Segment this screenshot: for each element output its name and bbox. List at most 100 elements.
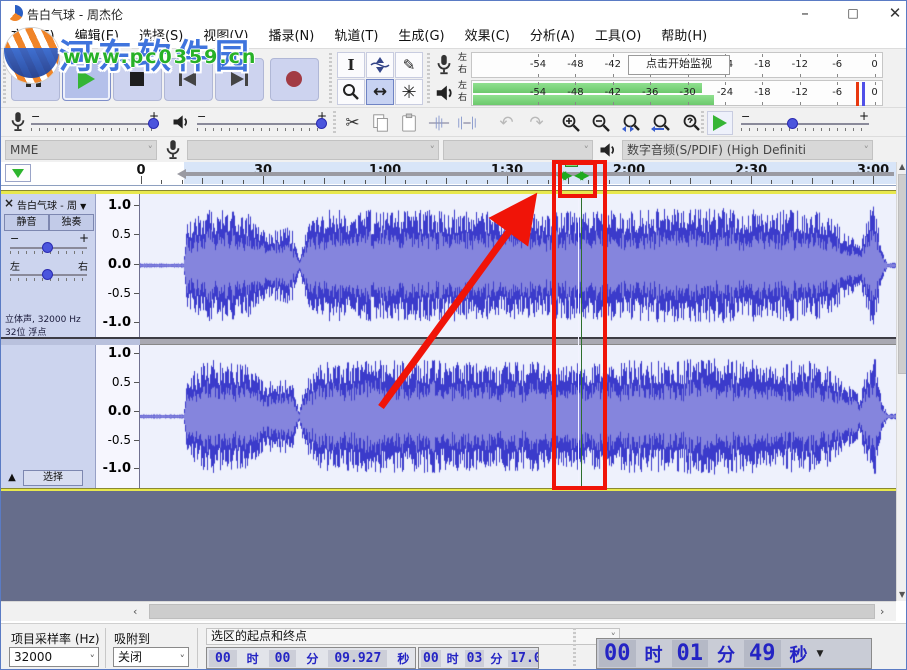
- paste-button[interactable]: [395, 110, 422, 136]
- zoom-in-button[interactable]: [557, 110, 584, 136]
- meter-tick: [538, 82, 539, 85]
- play-speed-slider[interactable]: [741, 123, 869, 125]
- meter-tick: [613, 102, 614, 105]
- zoom-toggle-button[interactable]: [677, 110, 704, 136]
- separator: [105, 628, 106, 668]
- meter-tick: [688, 102, 689, 105]
- track-title-menu[interactable]: 告白气球 - 周 ▼: [17, 197, 93, 211]
- zoom-out-button[interactable]: [587, 110, 614, 136]
- timeline-ruler[interactable]: 0301:001:302:002:303:00 ◀▶ ◀▶: [1, 162, 896, 186]
- zoom-selection-button[interactable]: [617, 110, 644, 136]
- close-button[interactable]: ✕: [880, 3, 907, 23]
- selection-range-dropdown[interactable]: 选区的起点和终点˅: [206, 628, 620, 645]
- recording-device-dropdown[interactable]: ˅: [187, 140, 439, 160]
- meter-tick: [613, 54, 614, 57]
- scroll-left-arrow[interactable]: ‹: [133, 605, 137, 618]
- toolbar-grip[interactable]: [427, 53, 430, 105]
- scale-label: 1.0: [108, 346, 131, 361]
- track-close-button[interactable]: ×: [4, 196, 14, 210]
- playback-device-dropdown[interactable]: 数字音频(S/PDIF) (High Definiti˅: [622, 140, 873, 160]
- scroll-down-arrow[interactable]: ▼: [899, 590, 905, 599]
- record-button[interactable]: [270, 58, 319, 101]
- selection-end-field[interactable]: 00时03分17.055秒▼: [418, 647, 539, 669]
- waveform-channel-right[interactable]: [140, 345, 896, 488]
- meter-tick: [725, 102, 726, 105]
- recording-channels-dropdown[interactable]: ˅: [443, 140, 593, 160]
- minimize-button[interactable]: –: [790, 3, 820, 23]
- scroll-right-arrow[interactable]: ›: [880, 605, 884, 618]
- silence-audio-button[interactable]: [453, 110, 480, 136]
- multi-tool-button[interactable]: ✳: [395, 79, 423, 105]
- vertical-scroll-thumb[interactable]: [898, 174, 907, 374]
- menu-item-6[interactable]: 生成(G): [388, 26, 454, 48]
- draw-tool-button[interactable]: ✎: [395, 52, 423, 78]
- mute-button[interactable]: 静音: [4, 214, 49, 231]
- waveform-channel-left[interactable]: [140, 194, 896, 337]
- play-volume-thumb[interactable]: [316, 118, 327, 129]
- time-shift-tool-button[interactable]: ↔: [366, 79, 394, 105]
- selection-start-field[interactable]: 00时00分09.927秒▼: [206, 647, 416, 669]
- zoom-tool-button[interactable]: [337, 79, 365, 105]
- empty-track-area[interactable]: [1, 491, 896, 601]
- watermark-url: www.pc0359.cn: [63, 46, 257, 68]
- minus-label: −: [197, 110, 206, 123]
- record-meter-mic-icon[interactable]: [434, 54, 454, 76]
- play-at-speed-button[interactable]: [707, 111, 733, 135]
- toolbar-grip[interactable]: [329, 53, 332, 105]
- meter-tick: [613, 82, 614, 85]
- time-digits: 09.927: [328, 650, 387, 667]
- track-select-button[interactable]: 选择: [23, 470, 83, 486]
- snap-to-dropdown[interactable]: 关闭˅: [113, 647, 189, 667]
- scale-tick: [134, 353, 139, 354]
- toolbar-grip[interactable]: [573, 628, 576, 668]
- fit-project-button[interactable]: [647, 110, 674, 136]
- collapse-track-button[interactable]: ▲: [3, 470, 21, 486]
- menu-item-7[interactable]: 效果(C): [455, 26, 520, 48]
- menu-item-8[interactable]: 分析(A): [520, 26, 585, 48]
- play-volume-slider[interactable]: [197, 123, 325, 125]
- playback-device-speaker-icon: [598, 140, 618, 160]
- ruler-tick: [853, 180, 854, 184]
- ruler-tick: [243, 180, 244, 184]
- chevron-down-icon[interactable]: ▼: [817, 649, 824, 659]
- scroll-up-arrow[interactable]: ▲: [899, 162, 905, 171]
- meter-tick-label: -54: [530, 87, 546, 98]
- selection-tool-button[interactable]: I: [337, 52, 365, 78]
- redo-button[interactable]: ↷: [523, 110, 550, 136]
- record-volume-slider[interactable]: [31, 123, 159, 125]
- scale-label: 0.0: [108, 404, 131, 419]
- menu-item-4[interactable]: 播录(N): [258, 26, 324, 48]
- audio-position-field[interactable]: 00时01分49秒▼: [596, 638, 872, 669]
- copy-button[interactable]: [367, 110, 394, 136]
- audio-host-dropdown[interactable]: MME˅: [5, 140, 157, 160]
- maximize-button[interactable]: □: [838, 3, 868, 23]
- envelope-tool-button[interactable]: [366, 52, 394, 78]
- meter-tick: [650, 82, 651, 85]
- horizontal-scrollbar[interactable]: ‹ ›: [1, 601, 896, 621]
- recording-device-mic-icon: [164, 139, 182, 161]
- menu-item-10[interactable]: 帮助(H): [651, 26, 717, 48]
- gain-thumb[interactable]: [42, 242, 53, 253]
- toolbar-grip[interactable]: [333, 111, 336, 135]
- project-rate-dropdown[interactable]: 32000˅: [9, 647, 99, 667]
- horizontal-scroll-thumb[interactable]: [149, 604, 875, 619]
- play-speed-thumb[interactable]: [787, 118, 798, 129]
- record-volume-thumb[interactable]: [148, 118, 159, 129]
- toolbar-grip[interactable]: [701, 111, 704, 135]
- pan-thumb[interactable]: [42, 269, 53, 280]
- cut-button[interactable]: ✂: [339, 110, 366, 136]
- meter-tick: [688, 82, 689, 85]
- monitor-tooltip[interactable]: 点击开始监视: [628, 55, 730, 75]
- channel-separator[interactable]: [140, 337, 896, 345]
- menu-item-5[interactable]: 轨道(T): [324, 26, 388, 48]
- solo-button[interactable]: 独奏: [49, 214, 94, 231]
- ruler-tick: [344, 180, 345, 184]
- scale-label: 0.5: [112, 375, 131, 389]
- menu-item-9[interactable]: 工具(O): [585, 26, 651, 48]
- chevron-down-icon: ˅: [148, 142, 154, 160]
- vertical-scrollbar[interactable]: ▲ ▼: [896, 162, 907, 601]
- trim-audio-button[interactable]: [425, 110, 452, 136]
- playback-meter[interactable]: -54-48-42-36-30-24-18-12-60: [471, 80, 883, 106]
- undo-button[interactable]: ↶: [493, 110, 520, 136]
- play-meter-speaker-icon[interactable]: [434, 82, 456, 104]
